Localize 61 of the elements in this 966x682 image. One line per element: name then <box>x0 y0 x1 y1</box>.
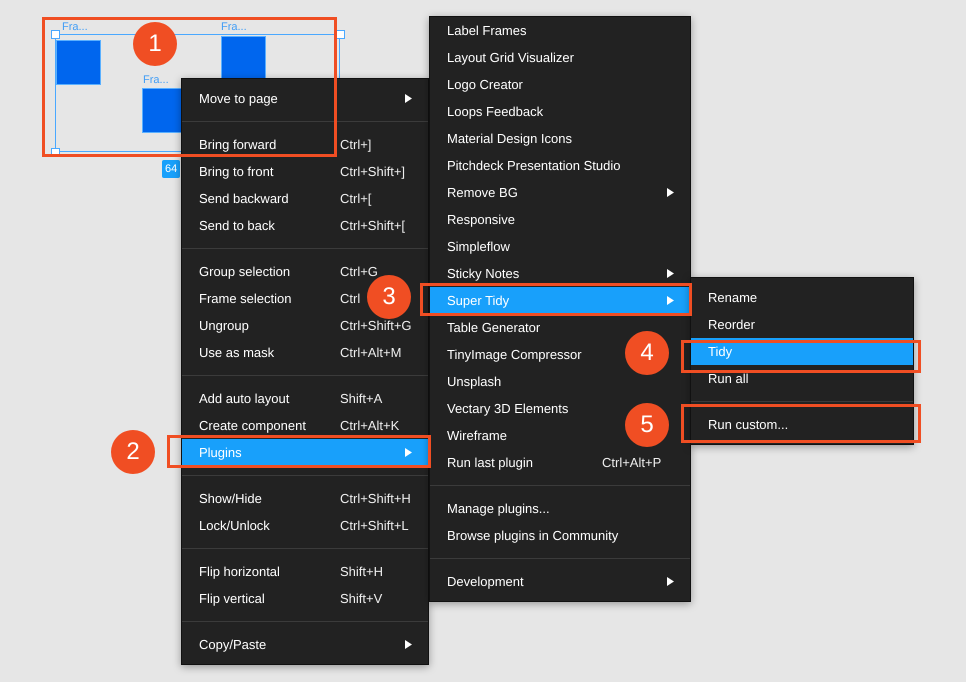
menu-item[interactable]: Label Frames <box>447 23 526 38</box>
menu-item[interactable]: Copy/Paste <box>199 637 266 652</box>
menu-item[interactable]: Reorder <box>708 317 755 332</box>
menu-item[interactable]: Send backward <box>199 191 289 206</box>
menu-item[interactable]: Move to page <box>199 91 278 106</box>
menu-item[interactable]: Run all <box>708 371 748 386</box>
frame-label: Fra... <box>143 74 169 86</box>
menu-item[interactable]: Show/Hide <box>199 491 262 506</box>
resize-handle[interactable] <box>51 30 60 39</box>
menu-item[interactable]: Flip vertical <box>199 591 265 606</box>
shortcut-label: Shift+V <box>340 591 382 606</box>
shortcut-label: Shift+A <box>340 391 382 406</box>
frame-label: Fra... <box>62 21 88 33</box>
menu-item[interactable]: Rename <box>708 290 758 305</box>
menu-item[interactable]: Lock/Unlock <box>199 518 270 533</box>
menu-item[interactable]: Pitchdeck Presentation Studio <box>447 158 620 173</box>
menu-item[interactable]: Manage plugins... <box>447 501 550 516</box>
menu-item[interactable]: Responsive <box>447 212 515 227</box>
shortcut-label: Ctrl+Alt+P <box>602 455 662 470</box>
shortcut-label: Ctrl <box>340 291 360 306</box>
menu-item[interactable]: Create component <box>199 418 306 433</box>
menu-item[interactable]: Sticky Notes <box>447 266 520 281</box>
size-badge: 64 <box>162 160 180 178</box>
menu-item[interactable]: Logo Creator <box>447 77 523 92</box>
shortcut-label: Ctrl+Shift+] <box>340 164 406 179</box>
menu-item[interactable]: Remove BG <box>447 185 518 200</box>
menu-item[interactable]: Bring forward <box>199 137 276 152</box>
menu-item[interactable]: Table Generator <box>447 320 540 335</box>
shortcut-label: Ctrl+[ <box>340 191 372 206</box>
menu-item[interactable]: Loops Feedback <box>447 104 544 119</box>
step-number: 2 <box>111 430 155 474</box>
step-number: 1 <box>133 22 177 66</box>
shortcut-label: Ctrl+] <box>340 137 372 152</box>
shortcut-label: Ctrl+Shift+H <box>340 491 411 506</box>
menu-item[interactable]: Unsplash <box>447 374 502 389</box>
menu-item[interactable]: Development <box>447 574 524 589</box>
shortcut-label: Shift+H <box>340 564 383 579</box>
frame[interactable] <box>221 36 266 81</box>
menu-item[interactable]: Group selection <box>199 264 290 279</box>
menu-item[interactable]: Browse plugins in Community <box>447 528 618 543</box>
shortcut-label: Ctrl+Shift+L <box>340 518 409 533</box>
menu-item[interactable]: Flip horizontal <box>199 564 280 579</box>
menu-item[interactable]: Frame selection <box>199 291 292 306</box>
menu-item[interactable]: Use as mask <box>199 345 274 360</box>
menu-item[interactable]: Simpleflow <box>447 239 510 254</box>
menu-item[interactable]: TinyImage Compressor <box>447 347 582 362</box>
shortcut-label: Ctrl+Alt+K <box>340 418 400 433</box>
menu-item[interactable]: Bring to front <box>199 164 274 179</box>
menu-item[interactable]: Ungroup <box>199 318 249 333</box>
menu-item[interactable]: Run custom... <box>708 417 788 432</box>
shortcut-label: Ctrl+Shift+[ <box>340 218 406 233</box>
menu-item[interactable]: Layout Grid Visualizer <box>447 50 574 65</box>
menu-item[interactable]: Vectary 3D Elements <box>447 401 568 416</box>
shortcut-label: Ctrl+Shift+G <box>340 318 412 333</box>
menu-item[interactable]: Wireframe <box>447 428 507 443</box>
frame-label: Fra... <box>221 21 247 33</box>
menu-item[interactable]: Material Design Icons <box>447 131 572 146</box>
shortcut-label: Ctrl+Alt+M <box>340 345 402 360</box>
menu-item[interactable]: Add auto layout <box>199 391 290 406</box>
menu-item[interactable]: Run last plugin <box>447 455 533 470</box>
menu-item[interactable]: Send to back <box>199 218 275 233</box>
